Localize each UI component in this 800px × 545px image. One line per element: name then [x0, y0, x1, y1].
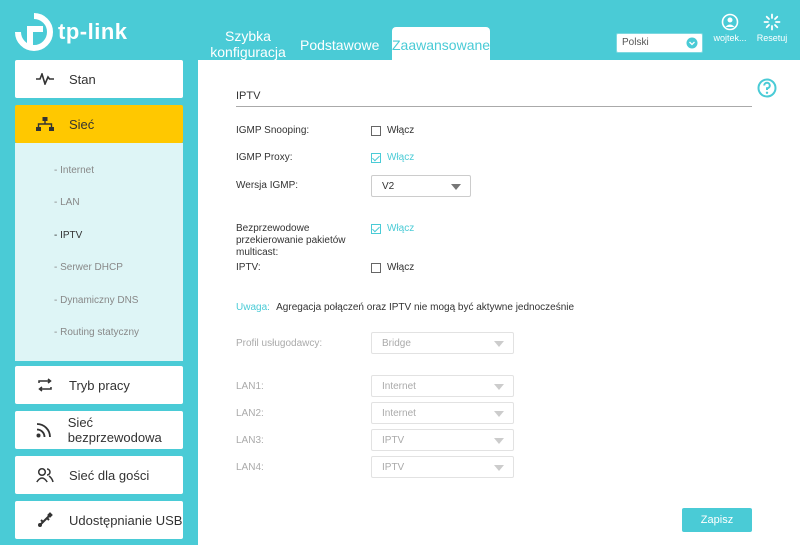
submenu-item-ddns[interactable]: - Dynamiczny DNS	[54, 295, 138, 306]
dropdown-arrow-icon	[494, 438, 504, 444]
wireless-multicast-label-line1: Bezprzewodowe	[236, 223, 310, 234]
save-button[interactable]: Zapisz	[682, 508, 752, 532]
wireless-multicast-label-line2: przekierowanie pakietów	[236, 235, 346, 246]
wireless-multicast-label-line3: multicast:	[236, 247, 279, 258]
tab-basic[interactable]: Podstawowe	[300, 37, 379, 53]
lan2-value: Internet	[382, 408, 416, 419]
user-icon	[721, 13, 739, 31]
igmp-version-value: V2	[382, 181, 395, 192]
wireless-multicast-label: Bezprzewodowe przekierowanie pakietów mu…	[236, 223, 346, 259]
brand-name: tp-link	[58, 19, 128, 44]
checkbox-box[interactable]	[371, 262, 381, 273]
iptv-option: Włącz	[387, 262, 415, 273]
submenu-item-internet[interactable]: - Internet	[54, 165, 94, 176]
wireless-multicast-option: Włącz	[387, 223, 415, 234]
provider-profile-label: Profil usługodawcy:	[236, 338, 323, 349]
sidebar-item-label: Stan	[69, 71, 96, 87]
dropdown-arrow-icon	[451, 184, 461, 190]
lan3-select[interactable]: IPTV	[371, 429, 514, 451]
tab-quick-setup-line2: konfiguracja	[210, 44, 286, 60]
note: Uwaga: Agregacja połączeń oraz IPTV nie …	[236, 302, 574, 313]
sidebar-item-status[interactable]: Stan	[15, 60, 183, 98]
checkbox-box[interactable]	[371, 223, 381, 234]
wifi-icon	[35, 421, 54, 439]
checkbox-box[interactable]	[371, 152, 381, 163]
sidebar-item-operation-mode[interactable]: Tryb pracy	[15, 366, 183, 404]
language-select[interactable]: Polski	[616, 33, 703, 53]
submenu-item-routing[interactable]: - Routing statyczny	[54, 327, 139, 338]
lan2-label: LAN2:	[236, 408, 264, 419]
wireless-multicast-checkbox[interactable]: Włącz	[371, 223, 414, 234]
chevron-down-icon	[686, 37, 698, 49]
sidebar-item-network[interactable]: Sieć	[15, 105, 183, 143]
sidebar-item-guest-network[interactable]: Sieć dla gości	[15, 456, 183, 494]
network-icon	[35, 115, 55, 133]
igmp-proxy-label: IGMP Proxy:	[236, 152, 293, 163]
section-title: IPTV	[236, 90, 261, 102]
sidebar-item-label: Sieć dla gości	[69, 467, 150, 483]
igmp-proxy-checkbox[interactable]: Włącz	[371, 152, 414, 163]
submenu-item-iptv[interactable]: - IPTV	[54, 230, 82, 241]
checkbox-box[interactable]	[371, 125, 381, 136]
tp-link-logo: tp-link	[14, 12, 128, 52]
user-account[interactable]: wojtek...	[710, 13, 750, 43]
help-icon[interactable]	[757, 78, 777, 98]
lan1-label: LAN1:	[236, 381, 264, 392]
tab-quick-setup-line1: Szybka	[225, 28, 271, 44]
user-label: wojtek...	[713, 33, 747, 43]
lan3-value: IPTV	[382, 435, 405, 446]
sidebar-item-label: Sieć	[69, 116, 95, 132]
lan1-value: Internet	[382, 381, 416, 392]
lan4-value: IPTV	[382, 462, 405, 473]
usb-icon	[35, 511, 55, 529]
sidebar-item-label: Tryb pracy	[69, 377, 130, 393]
reset-button[interactable]: Resetuj	[752, 13, 792, 43]
igmp-snooping-label: IGMP Snooping:	[236, 125, 310, 136]
reset-icon	[763, 13, 781, 31]
language-value: Polski	[622, 37, 649, 48]
dropdown-arrow-icon	[494, 411, 504, 417]
igmp-proxy-option: Włącz	[387, 152, 415, 163]
lan4-select[interactable]: IPTV	[371, 456, 514, 478]
sidebar-item-label: Sieć bezprzewodowa	[67, 415, 162, 445]
section-divider	[236, 106, 752, 107]
provider-profile-select[interactable]: Bridge	[371, 332, 514, 354]
network-submenu: - Internet - LAN - IPTV - Serwer DHCP - …	[15, 143, 183, 361]
lan2-select[interactable]: Internet	[371, 402, 514, 424]
note-text: Agregacja połączeń oraz IPTV nie mogą by…	[276, 302, 575, 313]
sidebar-item-label: Udostępnianie USB	[69, 512, 183, 528]
igmp-version-select[interactable]: V2	[371, 175, 471, 197]
igmp-snooping-checkbox[interactable]: Włącz	[371, 125, 414, 136]
lan4-label: LAN4:	[236, 462, 264, 473]
submenu-item-lan[interactable]: - LAN	[54, 197, 80, 208]
sidebar-item-usb-sharing[interactable]: Udostępnianie USB	[15, 501, 183, 539]
lan1-select[interactable]: Internet	[371, 375, 514, 397]
tab-quick-setup[interactable]: Szybka konfiguracja	[208, 28, 288, 60]
dropdown-arrow-icon	[494, 384, 504, 390]
sidebar-item-wireless[interactable]: Sieć bezprzewodowa	[15, 411, 183, 449]
dropdown-arrow-icon	[494, 465, 504, 471]
loop-icon	[35, 376, 55, 394]
dropdown-arrow-icon	[494, 341, 504, 347]
guests-icon	[35, 466, 55, 484]
igmp-version-label: Wersja IGMP:	[236, 180, 299, 191]
tp-link-logo-icon	[15, 13, 53, 51]
reset-label: Resetuj	[756, 33, 788, 43]
note-label: Uwaga:	[236, 302, 270, 313]
iptv-checkbox[interactable]: Włącz	[371, 262, 414, 273]
lan3-label: LAN3:	[236, 435, 264, 446]
tab-advanced[interactable]: Zaawansowane	[392, 27, 490, 60]
submenu-item-dhcp[interactable]: - Serwer DHCP	[54, 262, 123, 273]
igmp-snooping-option: Włącz	[387, 125, 415, 136]
iptv-label: IPTV:	[236, 262, 261, 273]
pulse-icon	[35, 70, 55, 88]
provider-profile-value: Bridge	[382, 338, 411, 349]
